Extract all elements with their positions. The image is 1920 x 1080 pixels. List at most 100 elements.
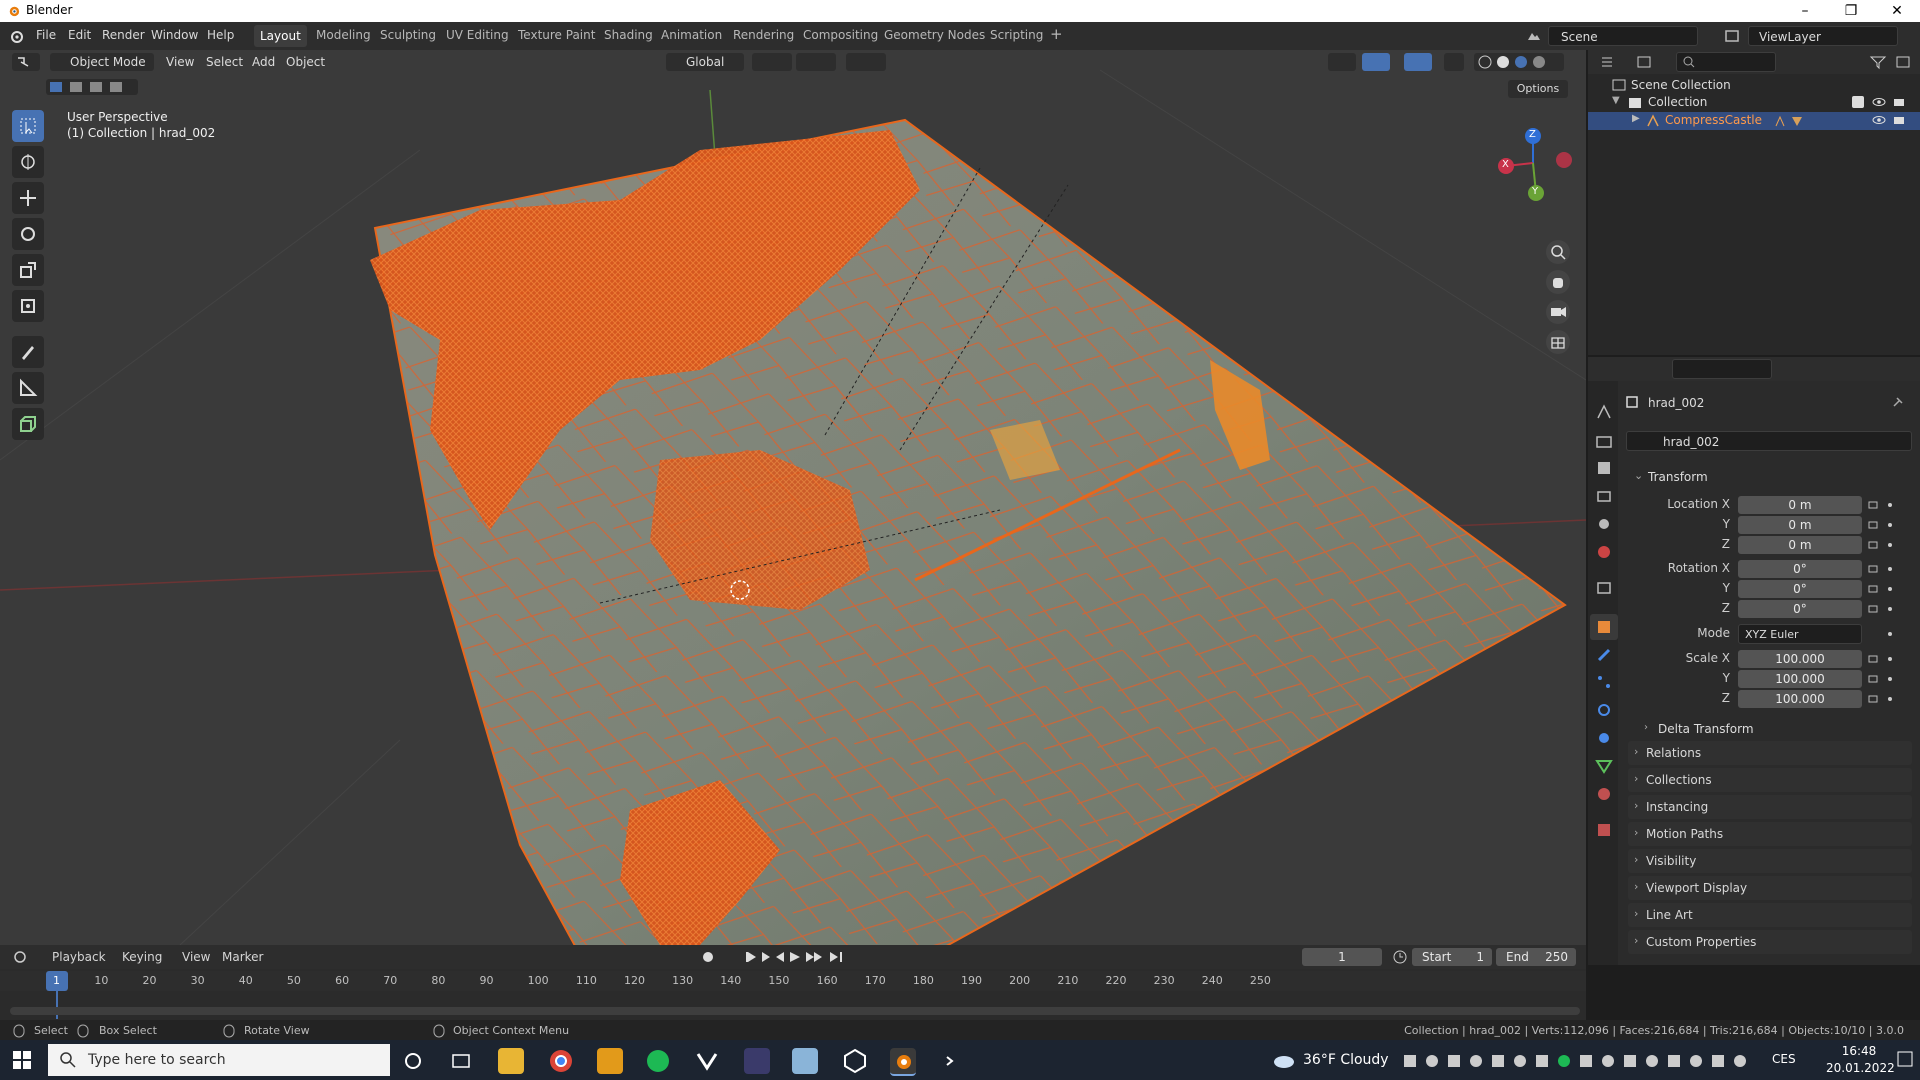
clock-date[interactable]: 20.01.2022: [1826, 1061, 1895, 1075]
object-visibility-icon[interactable]: [1872, 113, 1886, 127]
tab-rendering[interactable]: Rendering: [733, 28, 794, 42]
object-menu[interactable]: Object: [286, 53, 325, 71]
select-box-tool-icon[interactable]: [12, 110, 44, 142]
material-tab-icon[interactable]: [1594, 784, 1614, 804]
menu-render[interactable]: Render: [102, 28, 145, 42]
scale-x-field[interactable]: 100.000: [1738, 650, 1862, 668]
vectorworks-icon[interactable]: [694, 1048, 720, 1074]
view-layer-selector[interactable]: ViewLayer: [1748, 26, 1898, 46]
cortana-icon[interactable]: [400, 1048, 426, 1074]
outliner-search-input[interactable]: [1676, 52, 1776, 72]
transform-orientation-selector[interactable]: Global: [666, 53, 744, 71]
app-launcher-icon[interactable]: [744, 1048, 770, 1074]
tab-sculpting[interactable]: Sculpting: [380, 28, 436, 42]
section-instancing[interactable]: › Instancing: [1628, 795, 1912, 819]
transform-lock-icons[interactable]: [1866, 496, 1896, 708]
scale-tool-icon[interactable]: [12, 254, 44, 286]
measure-tool-icon[interactable]: [12, 372, 44, 404]
collection-label[interactable]: Collection: [1648, 95, 1707, 109]
section-relations[interactable]: › Relations: [1628, 741, 1912, 765]
scale-y-field[interactable]: 100.000: [1738, 670, 1862, 688]
section-custom-properties[interactable]: › Custom Properties: [1628, 930, 1912, 954]
clock-time[interactable]: 16:48: [1826, 1044, 1892, 1058]
menu-file[interactable]: File: [36, 28, 56, 42]
playback-menu[interactable]: Playback: [52, 950, 106, 964]
keying-menu[interactable]: Keying: [122, 950, 162, 964]
playback-controls[interactable]: [744, 949, 856, 965]
collection-tab-icon[interactable]: [1594, 578, 1614, 598]
overlays-toggle-icon[interactable]: [1404, 53, 1432, 71]
rotation-x-field[interactable]: 0°: [1738, 560, 1862, 578]
weather-label[interactable]: 36°F Cloudy: [1303, 1052, 1389, 1068]
menu-help[interactable]: Help: [207, 28, 234, 42]
unity-icon[interactable]: [842, 1048, 868, 1074]
blender-menu-icon[interactable]: [8, 28, 24, 44]
view-layer-tab-icon[interactable]: [1594, 486, 1614, 506]
presentation-app-icon[interactable]: [597, 1048, 623, 1074]
menu-edit[interactable]: Edit: [68, 28, 91, 42]
minimize-button[interactable]: –: [1782, 0, 1828, 22]
output-tab-icon[interactable]: [1594, 458, 1614, 478]
timeline-scrollbar[interactable]: [10, 1007, 1580, 1015]
viewport-scene[interactable]: [0, 50, 1586, 945]
xray-toggle-icon[interactable]: [1444, 53, 1464, 71]
new-collection-icon[interactable]: [1894, 54, 1914, 70]
pivot-point-icon[interactable]: [752, 53, 792, 71]
pin-icon[interactable]: [1890, 396, 1904, 410]
tab-shading[interactable]: Shading: [604, 28, 653, 42]
timeline-ruler[interactable]: 1 10 20 30 40 50 60 70 80 90 100 110 120 130 140 150 160…: [0, 971, 1586, 991]
menu-window[interactable]: Window: [151, 28, 198, 42]
rotate-tool-icon[interactable]: [12, 218, 44, 250]
scene-icon[interactable]: [1526, 28, 1542, 44]
collection-visibility-icon[interactable]: [1872, 95, 1886, 109]
tab-animation[interactable]: Animation: [661, 28, 722, 42]
view-menu[interactable]: View: [166, 53, 194, 71]
visibility-icon[interactable]: [1328, 53, 1356, 71]
location-y-field[interactable]: 0 m: [1738, 516, 1862, 534]
terminal-icon[interactable]: [940, 1048, 966, 1074]
record-icon[interactable]: [700, 949, 716, 965]
windows-start-icon[interactable]: [12, 1050, 32, 1070]
marker-menu[interactable]: Marker: [222, 950, 263, 964]
location-x-field[interactable]: 0 m: [1738, 496, 1862, 514]
properties-search-input[interactable]: [1672, 359, 1772, 379]
world-tab-icon[interactable]: [1594, 542, 1614, 562]
add-menu[interactable]: Add: [252, 53, 275, 71]
section-line-art[interactable]: › Line Art: [1628, 903, 1912, 927]
gizmo-toggle-icon[interactable]: [1362, 53, 1390, 71]
timeline-editor-type-icon[interactable]: [12, 949, 38, 965]
tab-compositing[interactable]: Compositing: [803, 28, 878, 42]
object-tab-active[interactable]: [1590, 614, 1618, 640]
language-indicator[interactable]: CES: [1772, 1052, 1796, 1066]
outliner-editor-type-icon[interactable]: [1598, 54, 1626, 70]
scene-collection-label[interactable]: Scene Collection: [1631, 78, 1731, 92]
navigation-gizmo[interactable]: Z X Y: [1488, 118, 1578, 208]
file-explorer-icon[interactable]: [498, 1048, 524, 1074]
timeline-view-menu[interactable]: View: [182, 950, 210, 964]
render-tab-icon[interactable]: [1594, 432, 1614, 452]
terrain-mesh[interactable]: [370, 118, 1567, 945]
proportional-editing-icon[interactable]: [846, 53, 886, 71]
add-cube-tool-icon[interactable]: [12, 408, 44, 440]
end-frame-field[interactable]: End 250: [1496, 948, 1576, 966]
3d-viewport[interactable]: User Perspective (1) Collection | hrad_0…: [0, 50, 1586, 945]
scale-z-field[interactable]: 100.000: [1738, 690, 1862, 708]
tab-modeling[interactable]: Modeling: [316, 28, 371, 42]
rotation-y-field[interactable]: 0°: [1738, 580, 1862, 598]
scene-tab-icon[interactable]: [1594, 514, 1614, 534]
add-workspace-icon[interactable]: +: [1050, 25, 1063, 43]
camera-view-icon[interactable]: [1546, 300, 1570, 324]
notification-icon[interactable]: [1896, 1050, 1914, 1070]
options-button[interactable]: Options: [1508, 80, 1568, 98]
mode-selector[interactable]: Object Mode: [50, 53, 154, 71]
display-mode-icon[interactable]: [1634, 54, 1662, 70]
pan-hand-icon[interactable]: [1546, 270, 1570, 294]
task-view-icon[interactable]: [448, 1048, 474, 1074]
object-name-field[interactable]: hrad_002: [1626, 431, 1912, 451]
orthographic-toggle-icon[interactable]: [1546, 330, 1570, 354]
chrome-icon[interactable]: [548, 1048, 574, 1074]
weather-cloud-icon[interactable]: [1272, 1051, 1296, 1069]
tool-tab-icon[interactable]: [1594, 402, 1614, 422]
constraints-tab-icon[interactable]: [1594, 728, 1614, 748]
snap-icon[interactable]: [796, 53, 836, 71]
